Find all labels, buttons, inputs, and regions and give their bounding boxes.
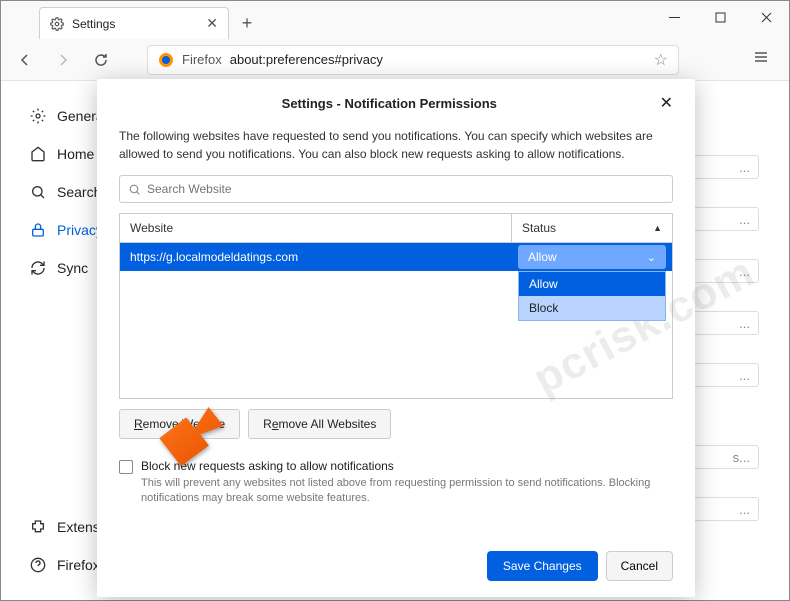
sidebar-item-label: Sync bbox=[57, 260, 88, 276]
browser-toolbar: Firefox about:preferences#privacy ☆ bbox=[1, 39, 789, 81]
search-website-field[interactable] bbox=[119, 175, 673, 203]
block-new-requests-checkbox[interactable] bbox=[119, 460, 133, 474]
sort-arrow-icon: ▲ bbox=[653, 223, 662, 233]
bookmark-star-icon[interactable]: ☆ bbox=[654, 50, 668, 70]
url-prefix: Firefox bbox=[182, 52, 222, 67]
app-menu-button[interactable] bbox=[753, 49, 777, 70]
remove-all-websites-button[interactable]: Remove All Websites bbox=[248, 409, 391, 439]
settings-button-placeholder: ... bbox=[689, 207, 759, 231]
firefox-icon bbox=[158, 52, 174, 68]
settings-tab-icon bbox=[50, 17, 64, 31]
sidebar-item-label: Home bbox=[57, 146, 94, 162]
column-status[interactable]: Status ▲ bbox=[512, 214, 672, 242]
back-button[interactable] bbox=[13, 48, 37, 72]
window-titlebar: Settings ✕ + bbox=[1, 1, 789, 39]
dropdown-option-allow[interactable]: Allow bbox=[519, 272, 665, 296]
url-bar[interactable]: Firefox about:preferences#privacy ☆ bbox=[147, 45, 679, 75]
settings-button-placeholder: ... bbox=[689, 259, 759, 283]
checkbox-description: This will prevent any websites not liste… bbox=[141, 476, 673, 507]
status-dropdown-button[interactable]: Allow ⌄ bbox=[518, 245, 666, 269]
table-header: Website Status ▲ bbox=[119, 213, 673, 243]
window-close-button[interactable] bbox=[743, 1, 789, 33]
home-icon bbox=[29, 145, 47, 163]
puzzle-icon bbox=[29, 518, 47, 536]
settings-button-placeholder: ... bbox=[689, 155, 759, 179]
tab-title: Settings bbox=[72, 17, 198, 31]
cancel-button[interactable]: Cancel bbox=[606, 551, 673, 581]
search-website-input[interactable] bbox=[147, 182, 664, 196]
search-icon bbox=[128, 183, 141, 196]
help-icon bbox=[29, 556, 47, 574]
settings-button-placeholder: ... bbox=[689, 363, 759, 387]
dialog-description: The following websites have requested to… bbox=[119, 127, 673, 163]
column-website[interactable]: Website bbox=[120, 214, 512, 242]
browser-tab[interactable]: Settings ✕ bbox=[39, 7, 229, 39]
website-url: https://g.localmodeldatings.com bbox=[120, 250, 512, 264]
notification-permissions-dialog: Settings - Notification Permissions ✕ Th… bbox=[97, 79, 695, 597]
lock-icon bbox=[29, 221, 47, 239]
tab-close-icon[interactable]: ✕ bbox=[206, 15, 218, 32]
window-maximize-button[interactable] bbox=[697, 1, 743, 33]
url-text: about:preferences#privacy bbox=[230, 52, 646, 67]
sidebar-item-label: Search bbox=[57, 184, 101, 200]
sync-icon bbox=[29, 259, 47, 277]
checkbox-label: Block new requests asking to allow notif… bbox=[141, 459, 394, 473]
chevron-down-icon: ⌄ bbox=[647, 251, 656, 264]
settings-button-placeholder: ... bbox=[689, 311, 759, 335]
reload-button[interactable] bbox=[89, 48, 113, 72]
save-changes-button[interactable]: Save Changes bbox=[487, 551, 598, 581]
settings-button-placeholder: ... bbox=[689, 497, 759, 521]
new-tab-button[interactable]: + bbox=[233, 9, 261, 37]
website-row-selected[interactable]: https://g.localmodeldatings.com Allow ⌄ bbox=[120, 243, 672, 271]
forward-button[interactable] bbox=[51, 48, 75, 72]
status-dropdown-menu: Allow Block bbox=[518, 271, 666, 321]
settings-button-placeholder: s... bbox=[689, 445, 759, 469]
remove-website-button[interactable]: Remove Website bbox=[119, 409, 240, 439]
dialog-title: Settings - Notification Permissions bbox=[119, 96, 660, 111]
dialog-close-button[interactable]: ✕ bbox=[660, 93, 673, 113]
dropdown-option-block[interactable]: Block bbox=[519, 296, 665, 320]
search-icon bbox=[29, 183, 47, 201]
window-minimize-button[interactable] bbox=[651, 1, 697, 33]
website-list: https://g.localmodeldatings.com Allow ⌄ … bbox=[119, 243, 673, 399]
gear-icon bbox=[29, 107, 47, 125]
